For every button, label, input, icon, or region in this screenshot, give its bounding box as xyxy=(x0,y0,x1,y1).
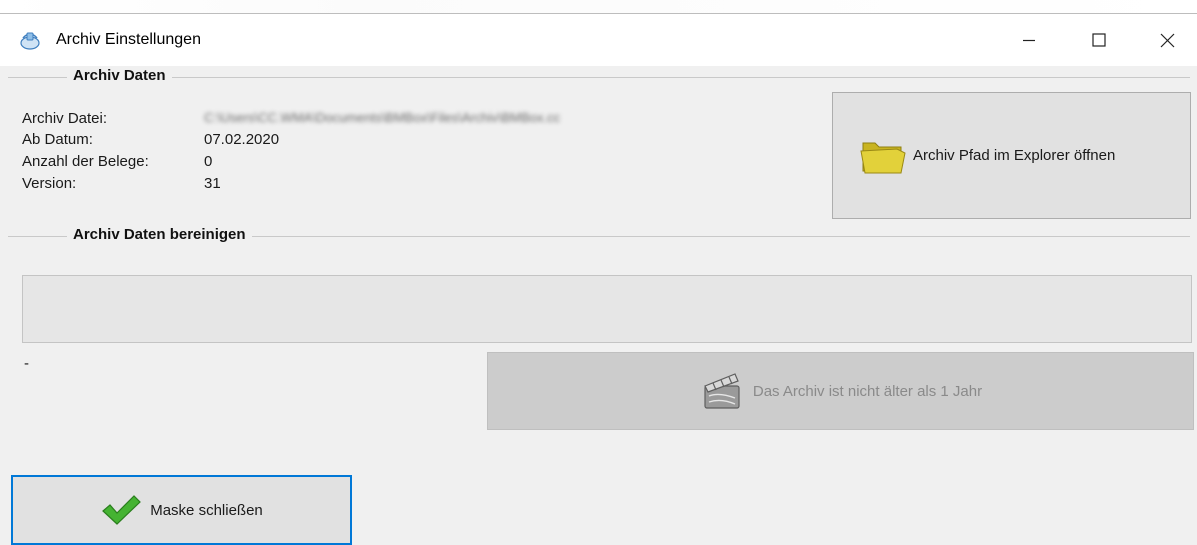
clean-archive-label: Das Archiv ist nicht älter als 1 Jahr xyxy=(752,382,983,400)
group-divider-archiv-daten xyxy=(8,77,1190,78)
minimize-icon xyxy=(1023,39,1035,42)
close-icon xyxy=(1160,33,1174,47)
title-bar[interactable]: Archiv Einstellungen xyxy=(0,14,1197,66)
clapperboard-icon xyxy=(704,373,740,409)
folder-icon xyxy=(860,142,906,173)
field-label-anzahl-belege: Anzahl der Belege: xyxy=(22,153,149,170)
close-mask-button[interactable]: Maske schließen xyxy=(11,475,352,545)
field-label-version: Version: xyxy=(22,175,77,192)
group-title-bereinigen: Archiv Daten bereinigen xyxy=(67,226,252,243)
window-title: Archiv Einstellungen xyxy=(56,31,201,48)
field-value-anzahl-belege: 0 xyxy=(204,153,213,170)
maximize-button[interactable] xyxy=(1068,14,1130,66)
group-title-archiv-daten: Archiv Daten xyxy=(67,67,172,84)
clean-archive-button[interactable]: Das Archiv ist nicht älter als 1 Jahr xyxy=(487,352,1194,430)
field-value-version: 31 xyxy=(204,175,221,192)
close-mask-label: Maske schließen xyxy=(150,501,263,519)
progress-panel xyxy=(22,275,1192,343)
field-value-ab-datum: 07.02.2020 xyxy=(204,131,280,148)
status-text: - xyxy=(24,355,29,372)
open-explorer-button[interactable]: Archiv Pfad im Explorer öffnen xyxy=(832,92,1191,219)
close-window-button[interactable] xyxy=(1136,14,1197,66)
archive-app-icon xyxy=(20,32,40,50)
open-explorer-label: Archiv Pfad im Explorer öffnen xyxy=(913,147,1116,164)
minimize-button[interactable] xyxy=(998,14,1060,66)
field-value-archiv-datei: C:\Users\CC.WMA\Documents\BMBox\Files\Ar… xyxy=(204,110,561,125)
field-label-archiv-datei: Archiv Datei: xyxy=(22,110,108,127)
field-label-ab-datum: Ab Datum: xyxy=(22,131,93,148)
maximize-icon xyxy=(1092,33,1106,47)
checkmark-icon xyxy=(102,495,142,525)
background-strip xyxy=(0,0,1197,14)
